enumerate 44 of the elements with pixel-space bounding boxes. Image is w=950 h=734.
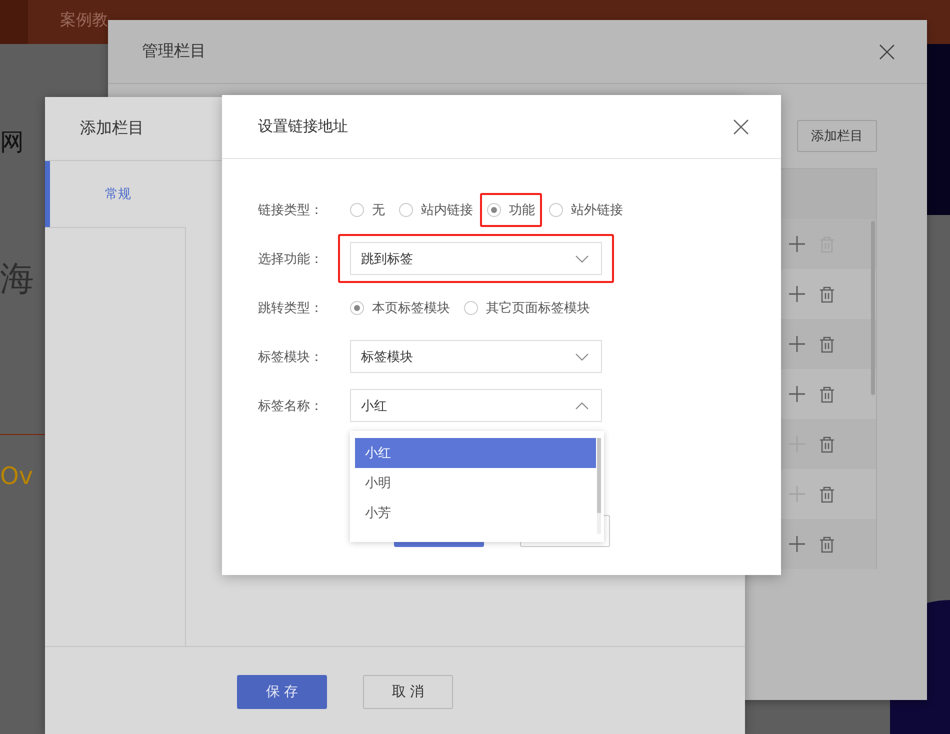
- field-label: 链接类型：: [258, 202, 324, 218]
- radio-icon[interactable]: [350, 202, 364, 216]
- radio-option[interactable]: 站外链接: [542, 192, 630, 226]
- trash-icon[interactable]: [819, 436, 835, 452]
- window-title: 添加栏目: [80, 118, 144, 139]
- dropdown-option[interactable]: 小红: [355, 438, 596, 468]
- cancel-button[interactable]: 取 消: [363, 675, 453, 709]
- save-button[interactable]: 保 存: [237, 675, 327, 709]
- radio-icon[interactable]: [399, 202, 413, 216]
- trash-icon[interactable]: [819, 536, 835, 552]
- plus-icon[interactable]: [789, 336, 805, 352]
- dropdown-option[interactable]: 小芳: [355, 498, 596, 528]
- plus-icon[interactable]: [789, 386, 805, 402]
- radio-option[interactable]: 功能: [480, 192, 542, 226]
- trash-icon[interactable]: [819, 336, 835, 352]
- page-text: Ov: [0, 462, 34, 490]
- trash-icon[interactable]: [819, 486, 835, 502]
- radio-icon[interactable]: [464, 300, 478, 314]
- plus-icon[interactable]: [789, 536, 805, 552]
- page-text: 网: [0, 127, 24, 158]
- add-column-button[interactable]: 添加栏目: [797, 120, 877, 152]
- field-label: 标签名称：: [258, 398, 324, 414]
- field-label: 选择功能：: [258, 250, 324, 268]
- trash-icon[interactable]: [819, 386, 835, 402]
- radio-option[interactable]: 无: [343, 192, 392, 226]
- field-label: 跳转类型：: [258, 300, 324, 316]
- radio-option[interactable]: 站内链接: [392, 192, 480, 226]
- select-field[interactable]: 跳到标签: [350, 242, 602, 275]
- select-field[interactable]: 标签模块: [350, 340, 602, 373]
- radio-icon[interactable]: [350, 300, 364, 314]
- radio-option[interactable]: 其它页面标签模块: [457, 290, 597, 324]
- field-label: 标签模块：: [258, 348, 324, 366]
- radio-icon[interactable]: [549, 202, 563, 216]
- dialog-title: 设置链接地址: [258, 117, 348, 136]
- plus-icon[interactable]: [789, 286, 805, 302]
- close-icon[interactable]: [733, 118, 749, 134]
- window-title: 管理栏目: [142, 41, 206, 62]
- scrollbar[interactable]: [597, 438, 601, 534]
- plus-icon[interactable]: [789, 236, 805, 252]
- close-icon[interactable]: [879, 44, 895, 60]
- dropdown-option[interactable]: 小明: [355, 468, 596, 498]
- trash-icon[interactable]: [819, 286, 835, 302]
- radio-icon[interactable]: [487, 202, 501, 216]
- radio-option[interactable]: 本页标签模块: [343, 290, 457, 324]
